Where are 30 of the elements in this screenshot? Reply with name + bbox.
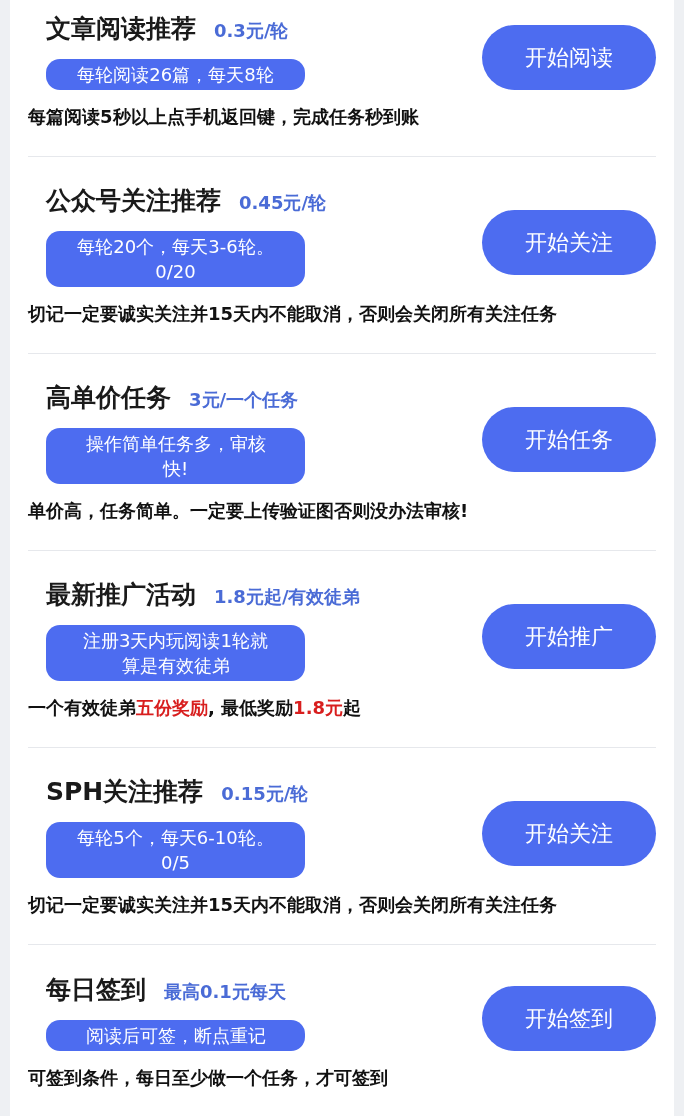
task-tag: 每轮阅读26篇，每天8轮	[46, 58, 305, 90]
task-title: 公众号关注推荐	[46, 185, 221, 217]
task-tag: 阅读后可签，断点重记	[46, 1019, 305, 1051]
task-tag: 注册3天内玩阅读1轮就 算是有效徒弟	[46, 625, 305, 681]
task-note: 可签到条件，每日至少做一个任务，才可签到	[28, 1066, 389, 1090]
task-note: 切记一定要诚实关注并15天内不能取消，否则会关闭所有关注任务	[28, 302, 559, 326]
task-tag: 每轮20个，每天3-6轮。 0/20	[46, 231, 305, 287]
task-title: 高单价任务	[46, 382, 171, 414]
task-note: 单价高，任务简单。一定要上传验证图否则没办法审核!	[28, 499, 470, 523]
task-price: 3元/一个任务	[189, 388, 299, 412]
task-note: 切记一定要诚实关注并15天内不能取消，否则会关闭所有关注任务	[28, 893, 559, 917]
task-note: 每篇阅读5秒以上点手机返回键，完成任务秒到账	[28, 105, 420, 129]
start-button[interactable]: 开始签到	[482, 986, 656, 1051]
task-price: 最高0.1元每天	[164, 979, 286, 1004]
task-tag: 操作简单任务多，审核 快!	[46, 428, 305, 484]
start-button[interactable]: 开始关注	[482, 801, 656, 866]
task-price: 0.3元/轮	[214, 18, 289, 43]
task-title: 文章阅读推荐	[46, 12, 196, 45]
start-button[interactable]: 开始关注	[482, 210, 656, 275]
start-button[interactable]: 开始推广	[482, 604, 656, 669]
task-price: 0.45元/轮	[239, 191, 326, 215]
task-note: 一个有效徒弟五份奖励, 最低奖励1.8元起	[28, 696, 362, 720]
task-title: SPH关注推荐	[46, 776, 204, 808]
task-price: 1.8元起/有效徒弟	[214, 585, 361, 609]
task-title: 每日签到	[46, 973, 146, 1006]
start-button[interactable]: 开始任务	[482, 407, 656, 472]
start-button[interactable]: 开始阅读	[482, 25, 656, 90]
task-title: 最新推广活动	[46, 579, 196, 611]
task-price: 0.15元/轮	[221, 782, 309, 806]
task-tag: 每轮5个，每天6-10轮。 0/5	[46, 822, 305, 878]
